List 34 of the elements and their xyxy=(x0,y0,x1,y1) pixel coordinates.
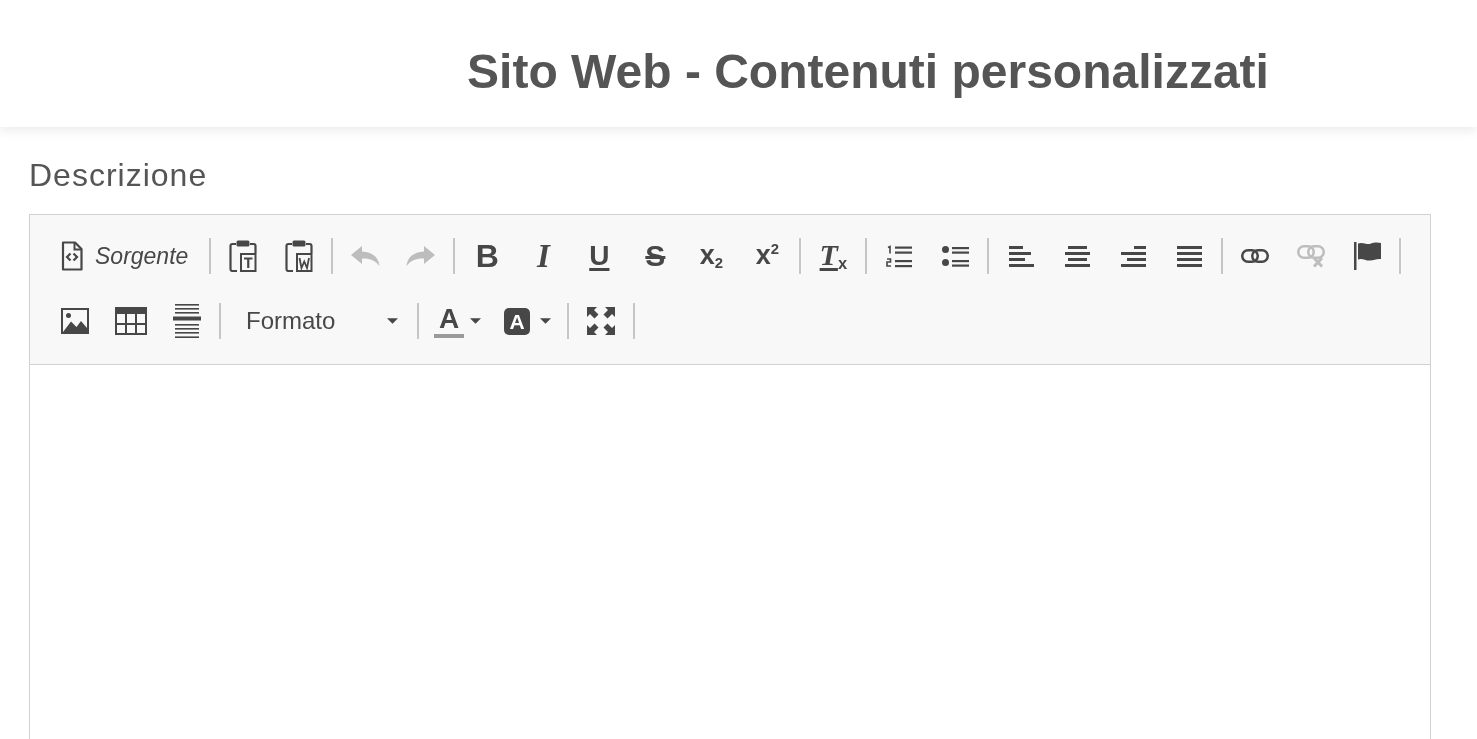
remove-format-button[interactable]: T$_{x}$ xyxy=(805,233,862,279)
caret-icon xyxy=(470,318,481,324)
format-dropdown[interactable]: Formato xyxy=(225,298,413,344)
italic-button[interactable]: I xyxy=(515,233,572,279)
clipboard-word-icon xyxy=(285,240,314,272)
page-title: Sito Web - Contenuti personalizzati xyxy=(467,48,1269,96)
bold-button[interactable]: B xyxy=(459,233,516,279)
strikethrough-button[interactable]: S xyxy=(627,233,684,279)
caret-icon xyxy=(387,318,398,324)
chain-link-cross-icon xyxy=(1297,244,1326,268)
subscript-button[interactable]: x$_{2}$ xyxy=(683,233,740,279)
redo-icon xyxy=(406,245,437,267)
underline-button[interactable]: U xyxy=(571,233,628,279)
table-icon xyxy=(115,307,147,335)
caret-icon xyxy=(540,318,551,324)
expand-arrows-icon xyxy=(587,307,615,335)
field-label: Descrizione xyxy=(29,156,208,194)
flag-icon xyxy=(1353,242,1381,270)
source-button[interactable]: Sorgente xyxy=(47,233,206,279)
text-color-button[interactable]: A xyxy=(423,298,490,344)
undo-icon xyxy=(350,245,381,267)
code-file-icon xyxy=(61,241,83,271)
align-right-icon xyxy=(1120,245,1146,267)
align-center-icon xyxy=(1064,245,1090,267)
horizontal-line-icon xyxy=(173,304,201,338)
justify-icon xyxy=(1176,245,1202,267)
numbered-list-icon xyxy=(886,244,913,268)
clipboard-text-icon xyxy=(229,240,258,272)
bulleted-list-icon xyxy=(941,245,969,267)
align-left-icon xyxy=(1008,245,1034,267)
chain-link-icon xyxy=(1241,249,1270,263)
background-color-button[interactable]: A xyxy=(490,298,563,344)
image-icon xyxy=(61,308,89,334)
superscript-button[interactable]: x$^{2}$ xyxy=(739,233,796,279)
